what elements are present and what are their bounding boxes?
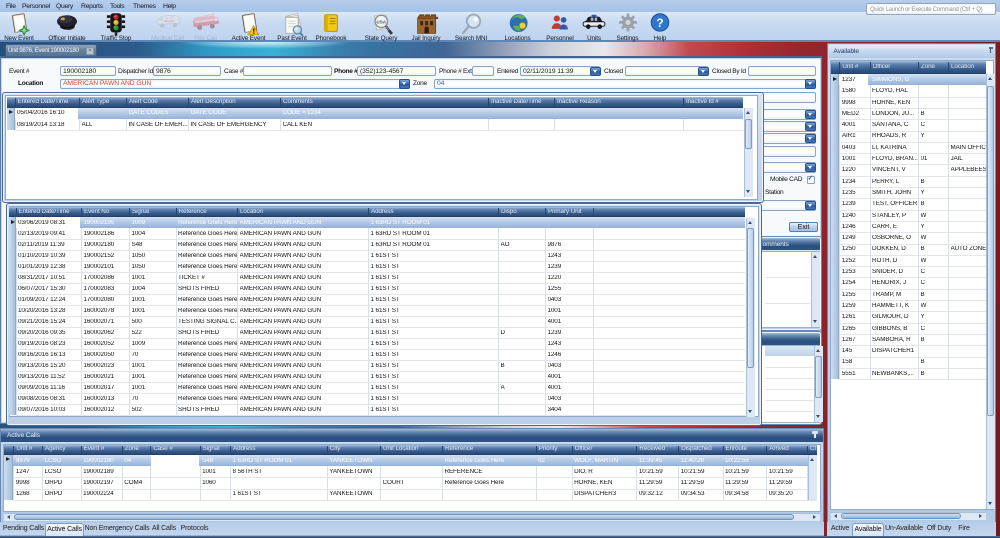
svg-text:USA: USA (376, 19, 386, 24)
svg-text:?: ? (656, 15, 663, 29)
